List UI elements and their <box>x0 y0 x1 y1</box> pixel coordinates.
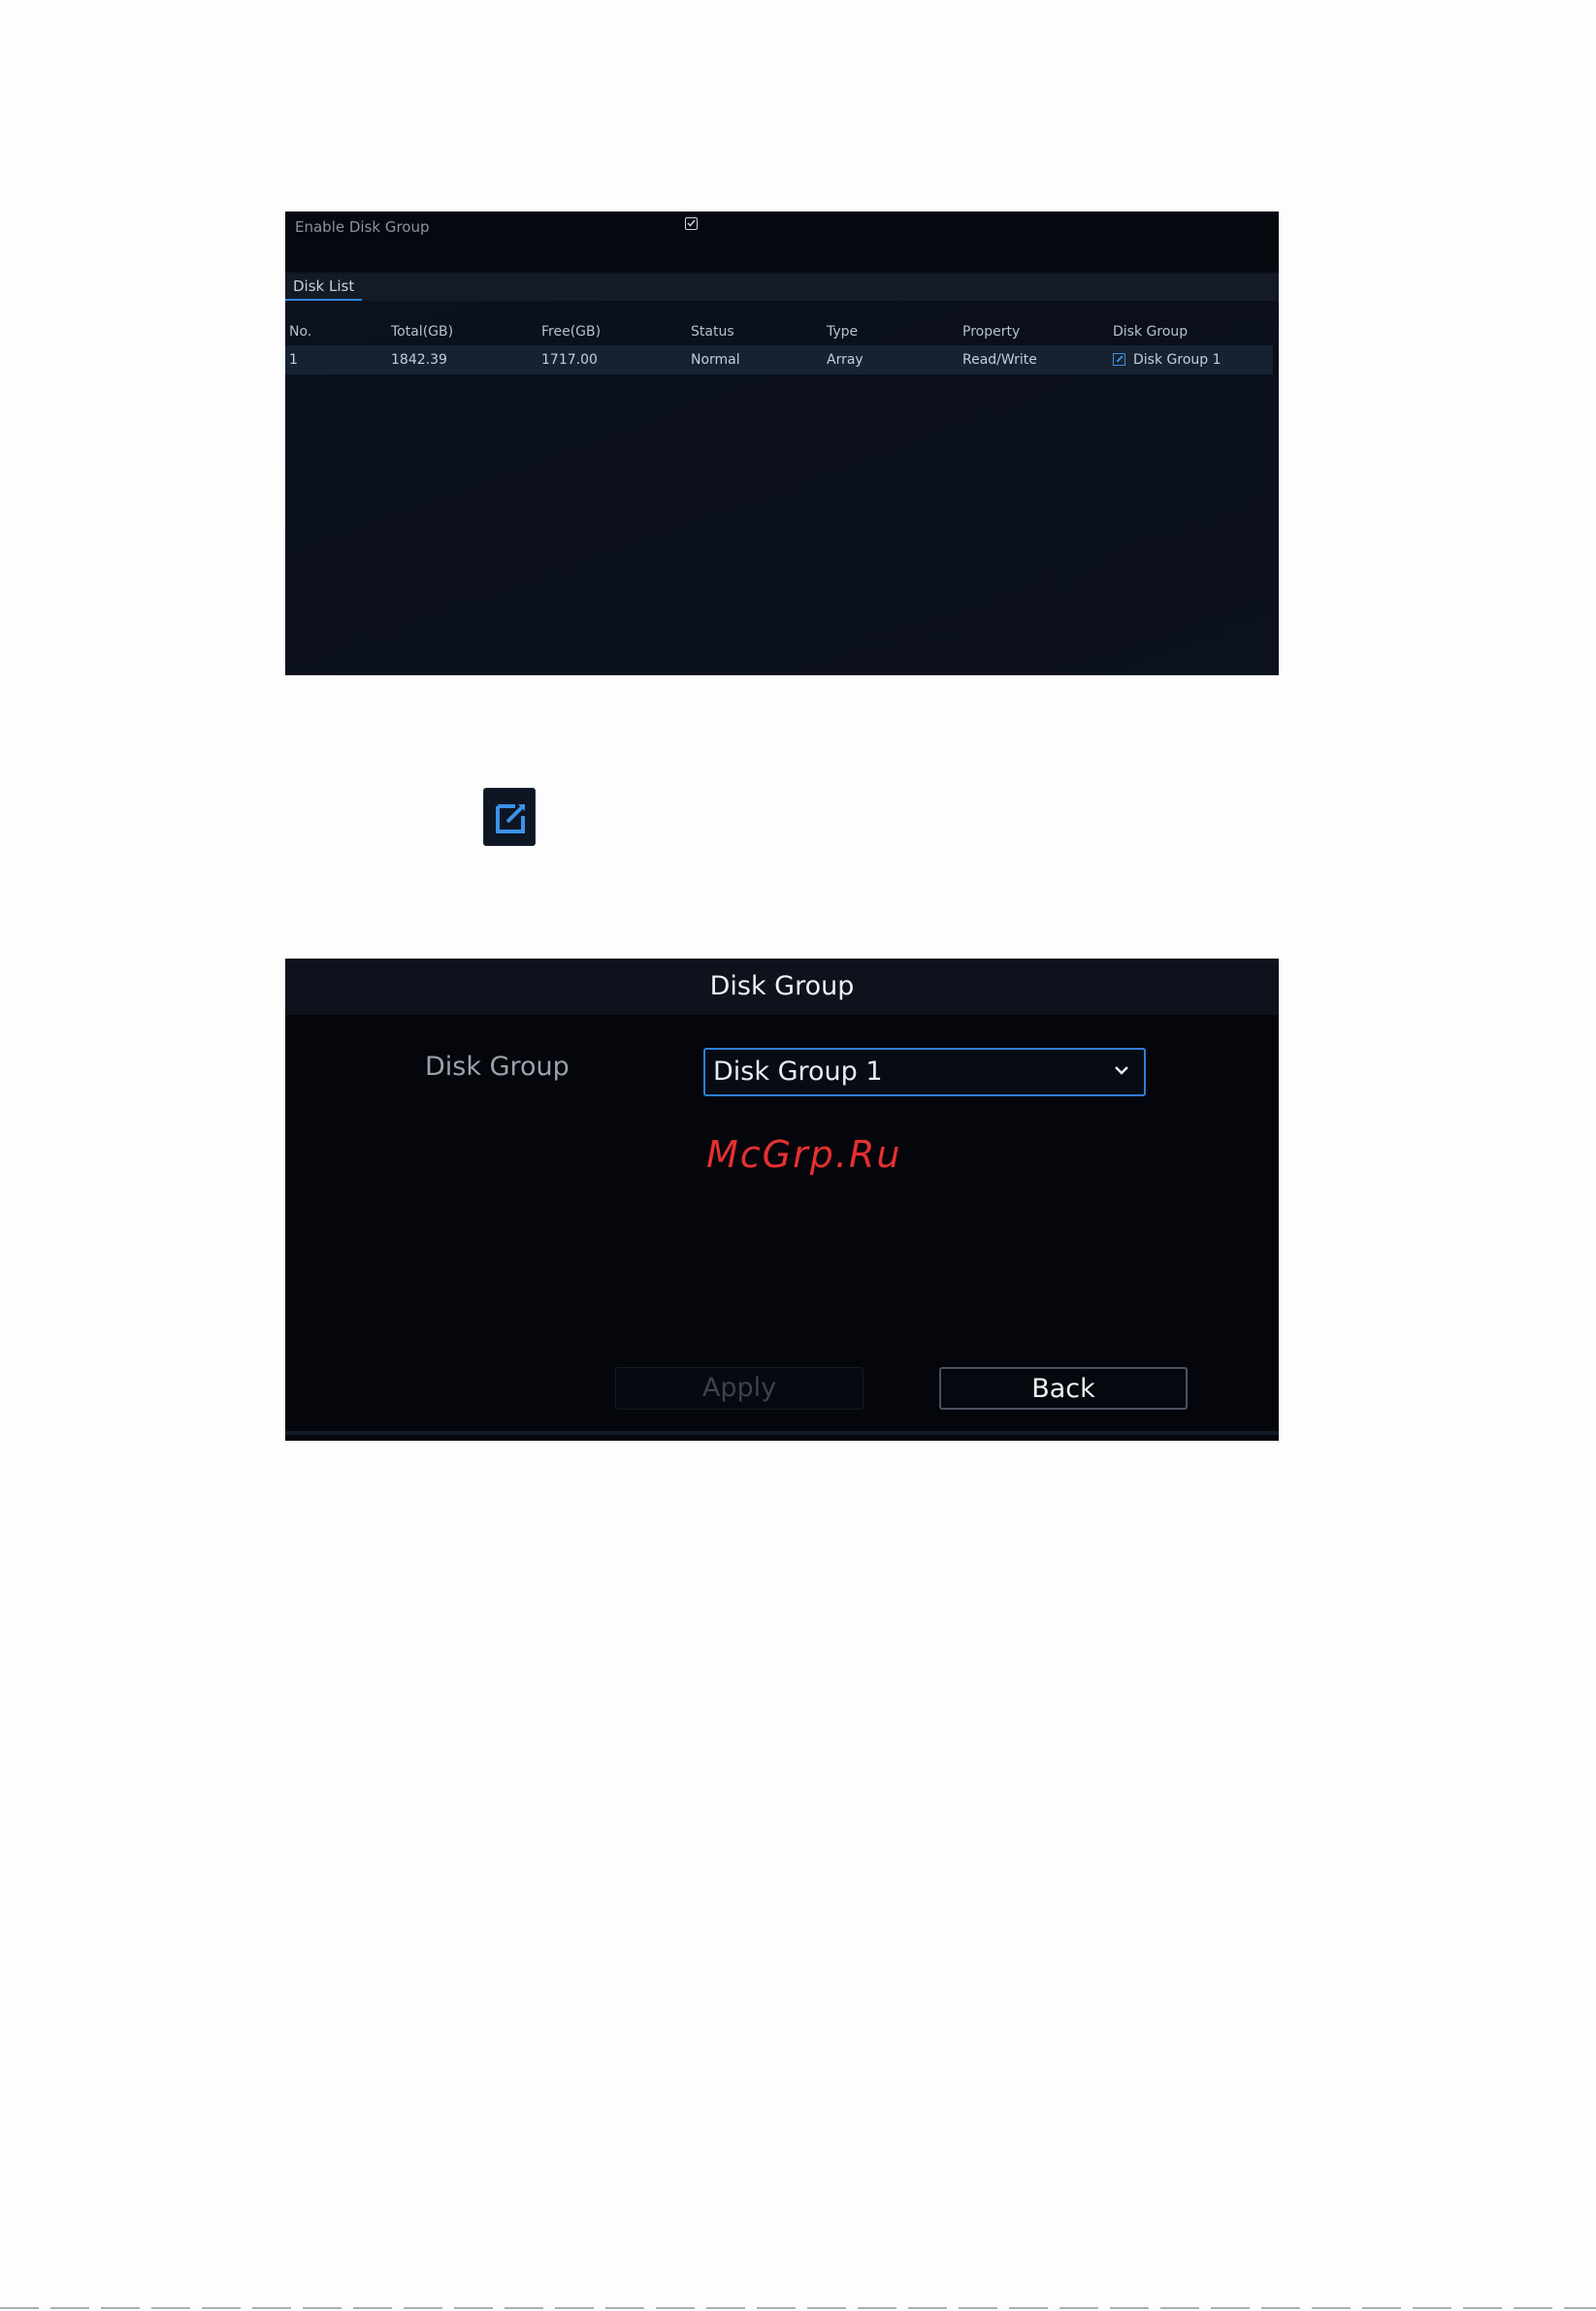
enable-disk-group-label: Enable Disk Group <box>295 218 430 236</box>
disk-group-label: Disk Group <box>425 1052 570 1082</box>
page-bottom-edge <box>0 2307 1596 2309</box>
disk-table: No. Total(GB) Free(GB) Status Type Prope… <box>285 318 1273 374</box>
enable-disk-group-checkbox[interactable] <box>685 217 698 230</box>
cell-total: 1842.39 <box>391 352 447 368</box>
disk-group-select-value: Disk Group 1 <box>713 1057 883 1087</box>
cell-property: Read/Write <box>962 352 1037 368</box>
disk-group-dialog: Disk Group Disk Group Disk Group 1 McGrp… <box>285 959 1279 1441</box>
cell-type: Array <box>827 352 863 368</box>
column-header-free: Free(GB) <box>541 324 602 340</box>
column-header-disk-group: Disk Group <box>1113 324 1189 340</box>
column-header-total: Total(GB) <box>391 324 454 340</box>
column-header-no: No. <box>289 324 312 340</box>
column-header-type: Type <box>827 324 859 340</box>
apply-button[interactable]: Apply <box>615 1367 863 1410</box>
edit-icon[interactable] <box>1113 353 1125 366</box>
watermark-text: McGrp.Ru <box>706 1133 902 1176</box>
dialog-header: Disk Group <box>285 959 1279 1015</box>
cell-disk-group: Disk Group 1 <box>1113 345 1221 374</box>
column-header-status: Status <box>691 324 734 340</box>
tab-disk-list[interactable]: Disk List <box>285 274 363 301</box>
dialog-title: Disk Group <box>709 971 855 1001</box>
back-button[interactable]: Back <box>939 1367 1188 1410</box>
tab-bar: Disk List <box>285 274 1279 301</box>
checkmark-icon <box>687 219 696 227</box>
disk-list-screen: Enable Disk Group Disk List No. Total(GB… <box>285 212 1279 675</box>
enable-disk-group-row: Enable Disk Group <box>285 212 1279 272</box>
table-header: No. Total(GB) Free(GB) Status Type Prope… <box>285 318 1273 345</box>
dialog-footer-divider <box>285 1431 1279 1435</box>
edit-icon <box>496 804 525 833</box>
cell-status: Normal <box>691 352 740 368</box>
cell-no: 1 <box>289 352 298 368</box>
disk-group-select[interactable]: Disk Group 1 <box>703 1048 1146 1096</box>
chevron-down-icon <box>1115 1066 1128 1075</box>
cell-free: 1717.00 <box>541 352 598 368</box>
edit-icon-large <box>483 788 536 846</box>
table-row[interactable]: 1 1842.39 1717.00 Normal Array Read/Writ… <box>285 345 1273 374</box>
disk-group-value: Disk Group 1 <box>1133 352 1221 368</box>
column-header-property: Property <box>962 324 1021 340</box>
